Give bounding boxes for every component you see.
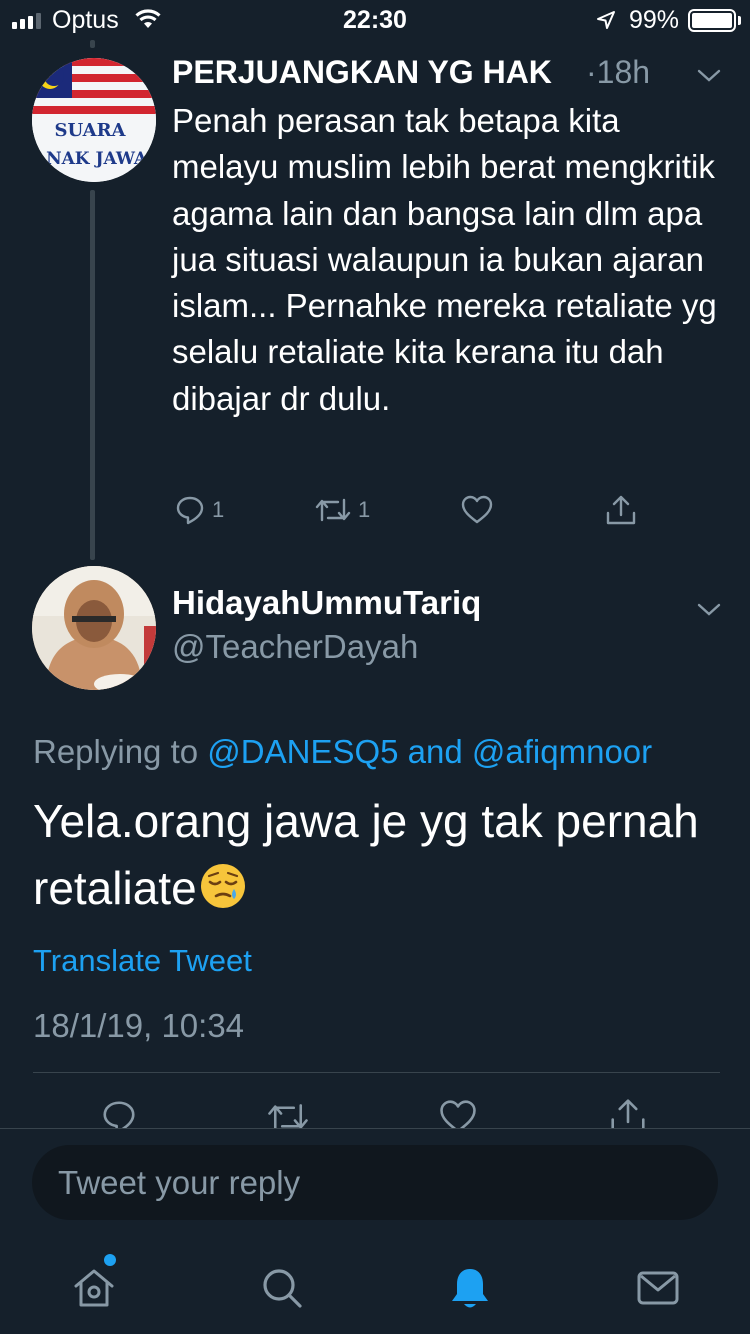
main-tweet-text: Yela.orang jawa je yg tak pernah retalia… <box>33 795 699 914</box>
messages-icon[interactable] <box>634 1264 682 1312</box>
tweet-timestamp: 18/1/19, 10:34 <box>33 1007 245 1044</box>
main-tweet-avatar[interactable] <box>32 566 156 690</box>
heart-icon <box>461 495 493 524</box>
avatar-text-line2: ANAK JAWA <box>32 149 148 169</box>
reply-icon[interactable] <box>100 1098 138 1128</box>
bottom-tab-bar <box>0 1238 750 1334</box>
battery-percent: 99% <box>629 6 680 34</box>
divider <box>33 1072 720 1073</box>
parent-tweet-actions: 1 1 <box>172 490 652 530</box>
home-notification-dot <box>104 1254 116 1266</box>
reply-input[interactable]: Tweet your reply <box>32 1145 718 1220</box>
battery-icon <box>688 9 736 32</box>
translate-tweet-link[interactable]: Translate Tweet <box>33 943 252 979</box>
replying-prefix: Replying to <box>33 733 199 770</box>
notifications-icon[interactable] <box>446 1264 494 1312</box>
reply-icon <box>176 496 204 525</box>
share-icon <box>606 495 636 525</box>
retweet-icon <box>315 498 351 522</box>
mention-link[interactable]: @afiqmnoor <box>472 733 652 770</box>
chevron-down-icon[interactable] <box>697 602 721 618</box>
share-button[interactable] <box>604 490 638 530</box>
like-button[interactable] <box>460 490 494 530</box>
battery-tip <box>738 16 741 25</box>
parent-time-ago: ·18h <box>586 54 651 90</box>
sleepy-face-emoji <box>200 864 245 908</box>
chevron-down-icon[interactable] <box>697 68 721 84</box>
retweet-count: 1 <box>358 497 371 522</box>
status-bar: Optus 22:30 99% <box>0 0 750 40</box>
parent-tweet-text: Penah perasan tak betapa kita melayu mus… <box>172 102 717 417</box>
reply-count: 1 <box>212 497 225 522</box>
home-icon[interactable] <box>70 1264 118 1312</box>
replying-to-line: Replying to @DANESQ5 and @afiqmnoor <box>33 733 652 771</box>
retweet-button[interactable]: 1 <box>314 490 370 530</box>
main-author-name[interactable]: HidayahUmmuTariq <box>172 584 481 622</box>
share-icon[interactable] <box>608 1096 648 1128</box>
location-arrow-icon <box>597 11 615 29</box>
search-icon[interactable] <box>258 1264 306 1312</box>
parent-tweet-avatar[interactable]: SUARA ANAK JAWA <box>32 58 156 182</box>
thread-connector-top <box>90 40 95 48</box>
replying-and[interactable]: and <box>408 733 463 770</box>
heart-icon[interactable] <box>438 1098 478 1128</box>
thread-connector <box>90 190 95 560</box>
main-author-handle[interactable]: @TeacherDayah <box>172 628 418 666</box>
reply-button[interactable]: 1 <box>174 490 224 530</box>
mention-link[interactable]: @DANESQ5 <box>207 733 398 770</box>
main-tweet-text-block: Yela.orang jawa je yg tak pernah retalia… <box>33 788 723 922</box>
avatar-text-line1: SUARA <box>54 120 126 141</box>
main-tweet-actions <box>0 1090 750 1128</box>
retweet-icon[interactable] <box>266 1098 310 1128</box>
parent-author-name[interactable]: PERJUANGKAN YG HAK <box>172 54 552 91</box>
